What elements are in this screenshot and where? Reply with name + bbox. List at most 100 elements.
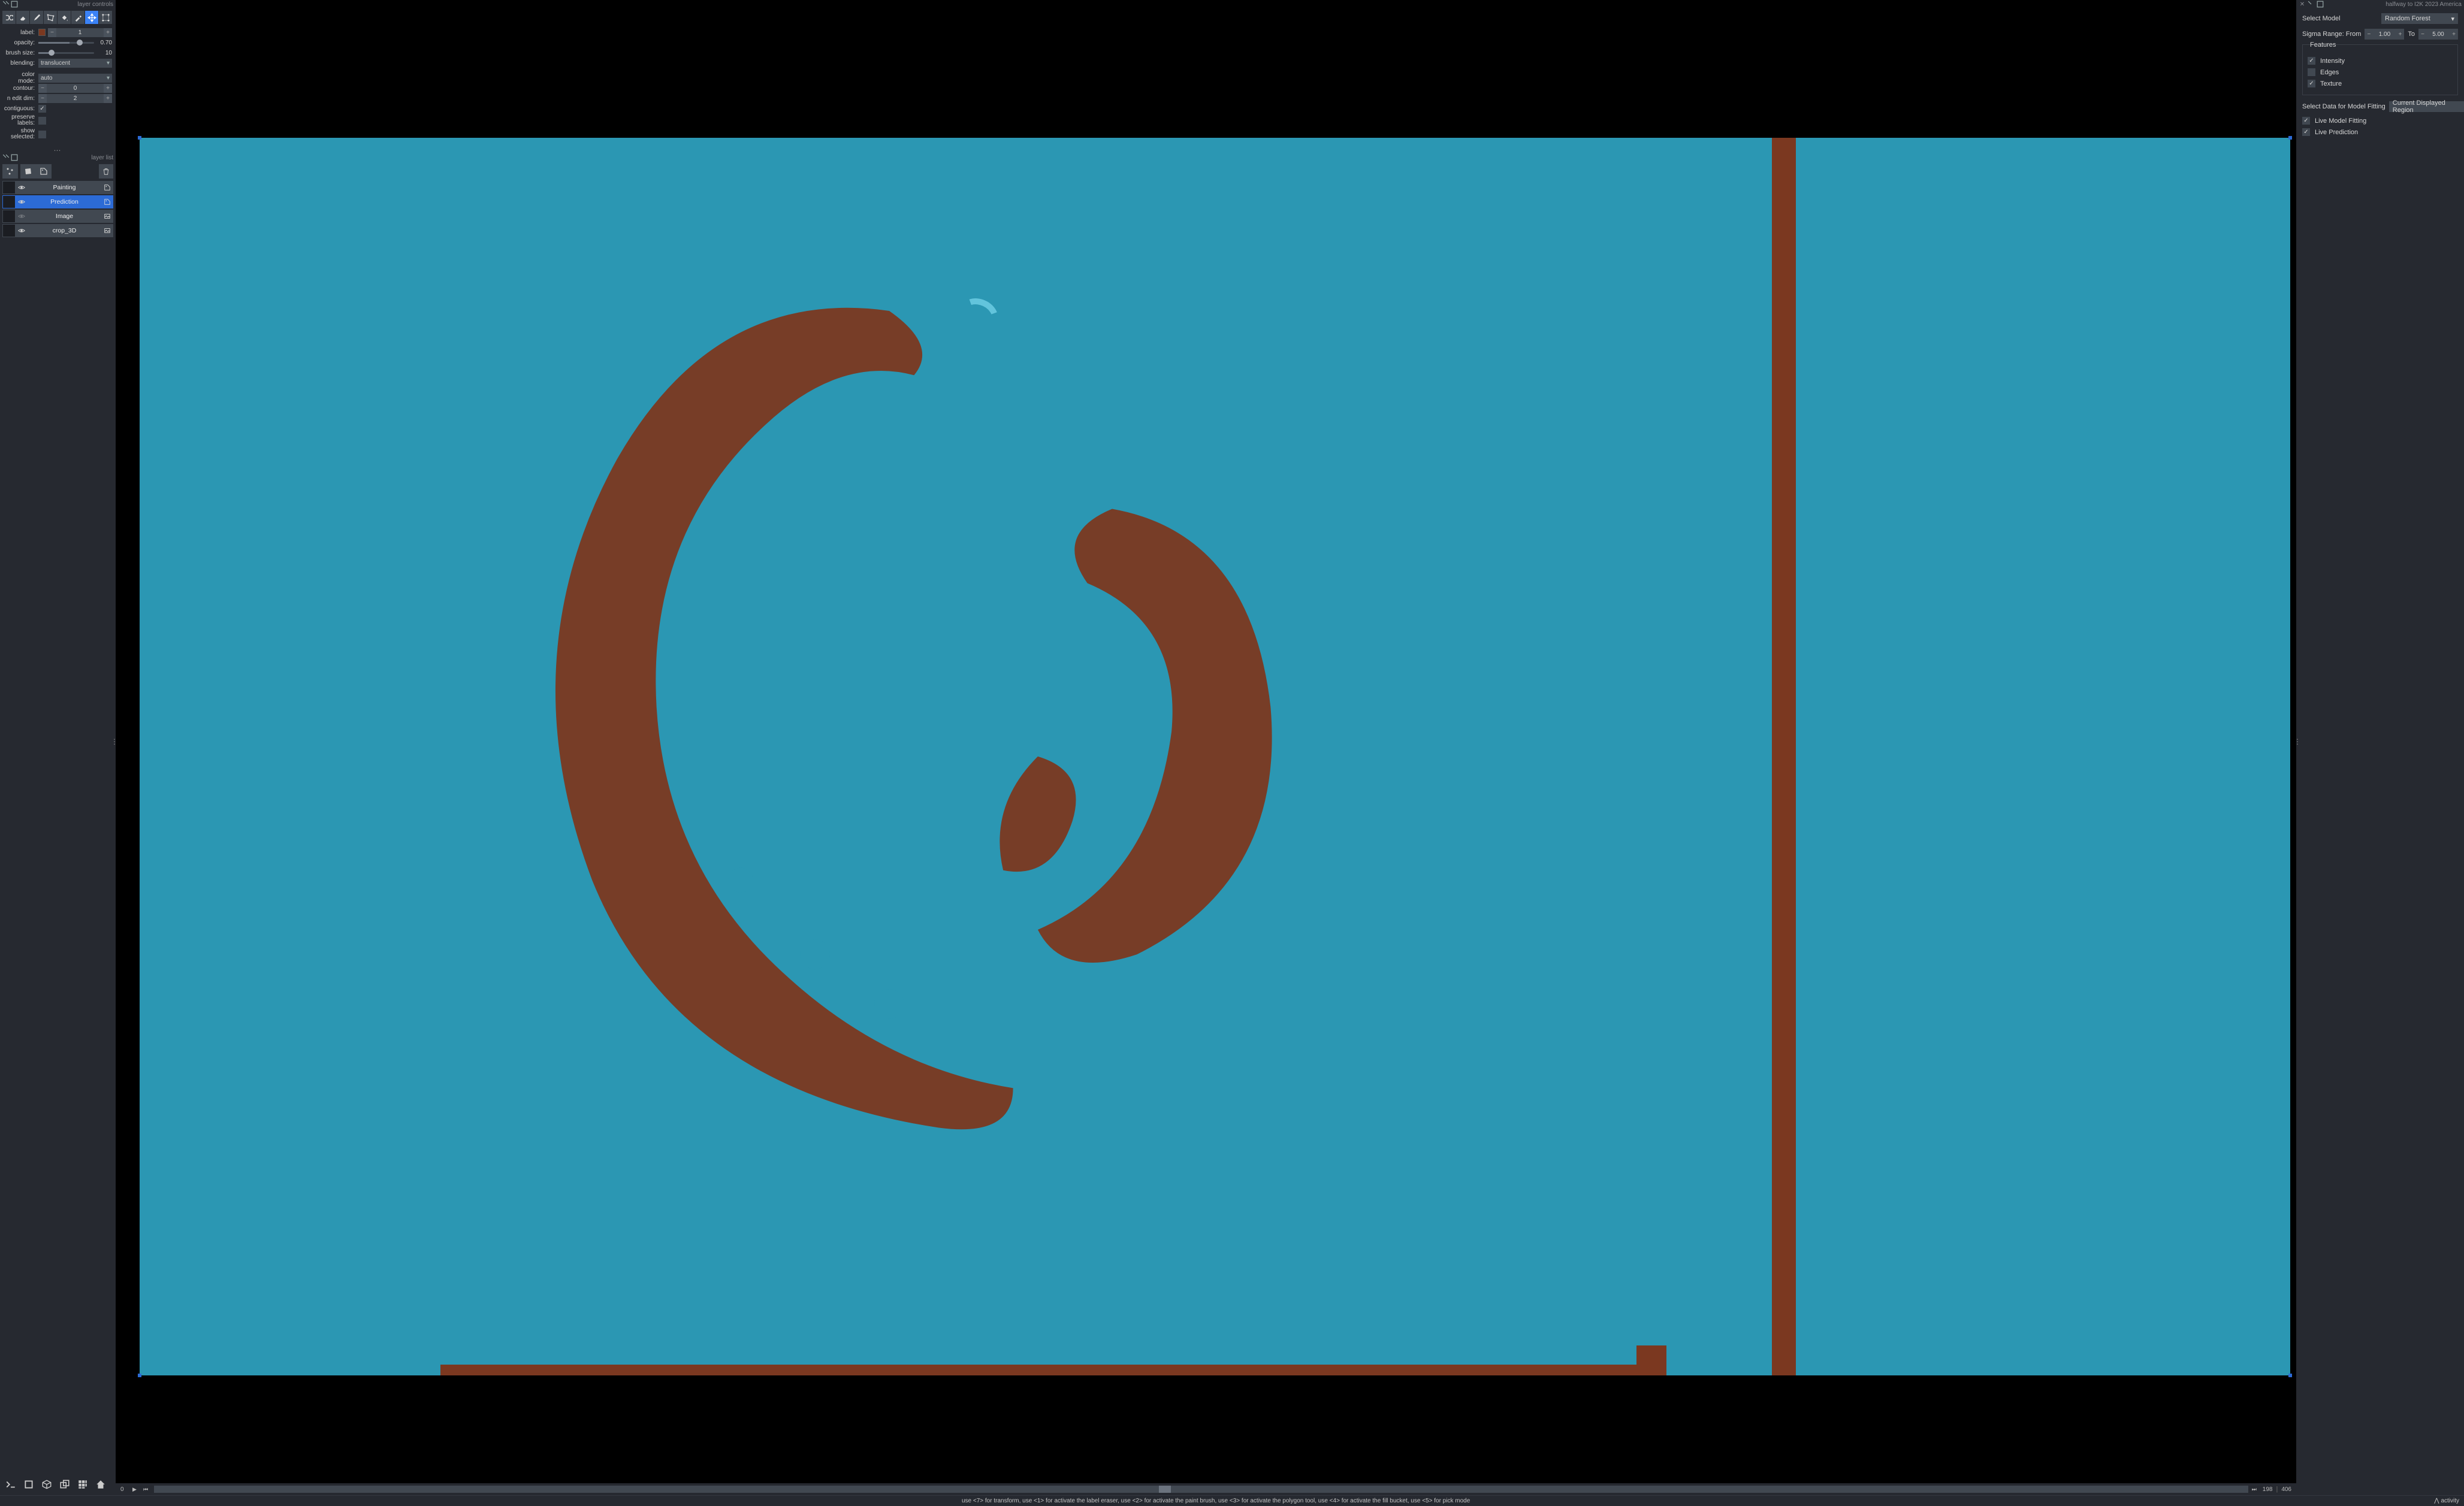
opacity-value: 0.70 <box>94 40 112 46</box>
contour-value[interactable]: 0 <box>47 85 104 92</box>
opacity-slider[interactable]: 0.70 <box>38 38 112 47</box>
model-combo[interactable]: Random Forest ▾ <box>2381 13 2458 24</box>
color-mode-value: auto <box>41 75 52 81</box>
brush-tool[interactable] <box>30 11 43 24</box>
dim-last-button[interactable]: ⏭ <box>2252 1486 2259 1493</box>
show-selected-checkbox[interactable] <box>38 131 46 138</box>
layer-controls: label: − 1 + opacity: <box>0 26 116 146</box>
show-selected-label: show selected: <box>4 128 38 140</box>
color-mode-label: color mode: <box>4 71 38 84</box>
plugin-title: halfway to I2K 2023 America <box>2324 1 2462 8</box>
blending-combo[interactable]: translucent ▾ <box>38 59 112 68</box>
feature-checkbox[interactable] <box>2308 68 2315 76</box>
feature-label: Texture <box>2320 80 2342 87</box>
transform-handle[interactable] <box>138 1374 141 1377</box>
float-icon[interactable] <box>2317 1 2324 8</box>
sigma-to-value[interactable]: 5.00 <box>2427 31 2450 38</box>
feature-checkbox[interactable] <box>2308 57 2315 65</box>
dim-first-button[interactable]: ⏮ <box>143 1486 150 1493</box>
contour-spinner[interactable]: − 0 + <box>38 84 112 93</box>
visibility-toggle[interactable] <box>16 226 28 235</box>
left-drawer-handle[interactable]: ⋮ <box>112 737 117 746</box>
move-tool[interactable] <box>85 11 98 24</box>
layer-type-icon <box>101 184 113 191</box>
opacity-label: opacity: <box>4 40 38 46</box>
label-value[interactable]: 1 <box>56 29 104 36</box>
shuffle-tool[interactable] <box>2 11 16 24</box>
sigma-to-decrement[interactable]: − <box>2418 31 2427 38</box>
dim-position: 198 <box>2263 1486 2273 1493</box>
layer-name: Painting <box>28 184 101 191</box>
viewer-canvas[interactable]: ⋮ ⋮ <box>116 0 2296 1483</box>
dim-thumb[interactable] <box>1159 1486 1171 1493</box>
detach-icon[interactable] <box>2 1 10 8</box>
transform-handle[interactable] <box>2288 1374 2292 1377</box>
layer-item[interactable]: crop_3D <box>2 224 113 237</box>
ndisplay-3d-button[interactable] <box>40 1477 54 1492</box>
roll-dims-button[interactable] <box>58 1477 72 1492</box>
live-pred-checkbox[interactable] <box>2302 128 2310 136</box>
label-increment[interactable]: + <box>104 28 112 37</box>
sigma-to-increment[interactable]: + <box>2450 31 2458 38</box>
new-shapes-layer[interactable] <box>20 164 36 179</box>
layer-item[interactable]: Image <box>2 210 113 223</box>
panel-resize-handle[interactable]: ⋯ <box>0 146 116 153</box>
dim-track[interactable] <box>154 1486 2248 1493</box>
console-button[interactable] <box>4 1477 18 1492</box>
sigma-from-increment[interactable]: + <box>2396 31 2404 38</box>
chevron-down-icon: ▾ <box>107 75 110 81</box>
transform-handle[interactable] <box>2288 136 2292 140</box>
ndisplay-2d-button[interactable] <box>22 1477 36 1492</box>
layer-item[interactable]: Painting <box>2 181 113 194</box>
sigma-to-spinner[interactable]: − 5.00 + <box>2418 29 2458 40</box>
sigma-from-decrement[interactable]: − <box>2365 31 2373 38</box>
new-labels-layer[interactable] <box>36 164 52 179</box>
bucket-tool[interactable] <box>58 11 71 24</box>
delete-layer-button[interactable] <box>99 164 113 179</box>
layer-controls-header: layer controls <box>0 0 116 8</box>
dim-play-button[interactable]: ▶ <box>132 1486 140 1493</box>
nedit-increment[interactable]: + <box>104 94 112 103</box>
activity-button[interactable]: ⋀ activity <box>2434 1498 2459 1504</box>
label-color-swatch[interactable] <box>38 29 46 36</box>
right-drawer-handle[interactable]: ⋮ <box>2295 737 2300 746</box>
feature-checkbox[interactable] <box>2308 80 2315 87</box>
select-data-label: Select Data for Model Fitting <box>2302 103 2386 110</box>
label-spinner[interactable]: − 1 + <box>48 28 112 37</box>
nedit-value[interactable]: 2 <box>47 95 104 102</box>
transform-handle[interactable] <box>138 136 141 140</box>
detach-icon[interactable] <box>2308 1 2315 8</box>
transform-tool[interactable] <box>99 11 112 24</box>
dim-separator: | <box>2276 1486 2278 1493</box>
contour-increment[interactable]: + <box>104 84 112 93</box>
detach-icon[interactable] <box>2 154 10 161</box>
dim-slider: 0 ▶ ⏮ ⏭ 198 | 406 <box>116 1483 2296 1495</box>
layer-item[interactable]: Prediction <box>2 195 113 208</box>
sigma-from-spinner[interactable]: − 1.00 + <box>2365 29 2404 40</box>
picker-tool[interactable] <box>71 11 84 24</box>
float-icon[interactable] <box>11 1 18 8</box>
visibility-toggle[interactable] <box>16 212 28 220</box>
polygon-tool[interactable] <box>44 11 57 24</box>
nedit-decrement[interactable]: − <box>38 94 47 103</box>
preserve-labels-checkbox[interactable] <box>38 117 46 125</box>
color-mode-combo[interactable]: auto ▾ <box>38 74 112 83</box>
live-fit-checkbox[interactable] <box>2302 117 2310 125</box>
new-points-layer[interactable] <box>2 164 18 179</box>
select-data-combo[interactable]: Current Displayed Region ▾ <box>2389 101 2464 112</box>
nedit-spinner[interactable]: − 2 + <box>38 94 112 103</box>
close-icon[interactable]: ✕ <box>2299 1 2306 8</box>
eraser-tool[interactable] <box>16 11 29 24</box>
brush-size-slider[interactable]: 10 <box>38 49 112 57</box>
grid-button[interactable] <box>76 1477 90 1492</box>
feature-row: Intensity <box>2308 57 2453 65</box>
layer-type-icon <box>101 227 113 234</box>
label-decrement[interactable]: − <box>48 28 56 37</box>
visibility-toggle[interactable] <box>16 198 28 206</box>
contour-decrement[interactable]: − <box>38 84 47 93</box>
home-button[interactable] <box>93 1477 108 1492</box>
visibility-toggle[interactable] <box>16 183 28 192</box>
float-icon[interactable] <box>11 154 18 161</box>
contiguous-checkbox[interactable] <box>38 105 46 113</box>
sigma-from-value[interactable]: 1.00 <box>2373 31 2396 38</box>
